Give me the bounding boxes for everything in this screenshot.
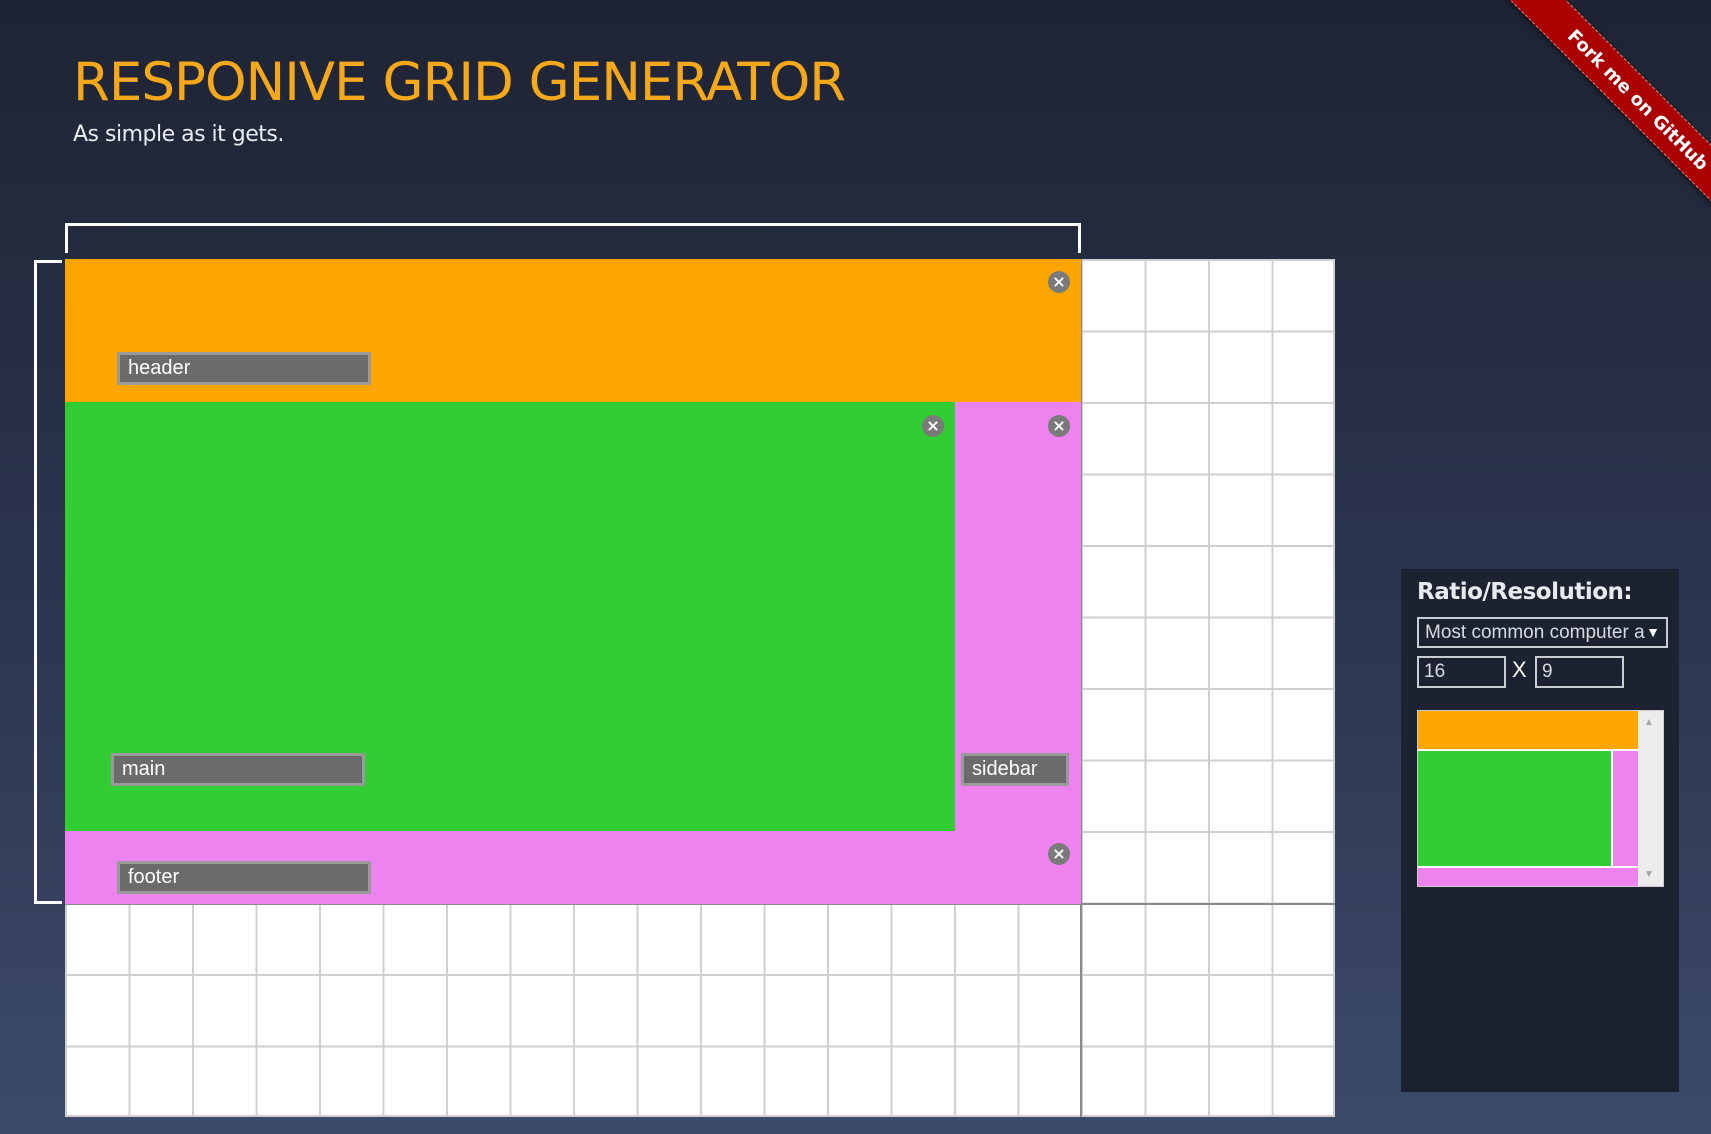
caret-down-icon: ▼ xyxy=(1646,624,1660,640)
preview-scrollbar[interactable]: ▲ ▼ xyxy=(1638,711,1663,886)
area-footer[interactable]: × footer xyxy=(65,831,1081,904)
ratio-separator: X xyxy=(1512,657,1527,682)
ratio-height-input[interactable]: 9 xyxy=(1535,656,1624,688)
scroll-up-icon[interactable]: ▲ xyxy=(1644,717,1654,728)
column-selection-bracket[interactable] xyxy=(65,223,1081,253)
scroll-down-icon[interactable]: ▼ xyxy=(1644,869,1654,880)
page-subtitle: As simple as it gets. xyxy=(73,122,284,147)
panel-heading: Ratio/Resolution: xyxy=(1417,579,1633,605)
close-circle-icon[interactable]: × xyxy=(1048,415,1070,437)
ratio-panel: Ratio/Resolution: Most common computer a… xyxy=(1401,569,1679,1092)
layout-preview[interactable]: ▲ ▼ xyxy=(1417,710,1664,887)
area-name-input-footer[interactable]: footer xyxy=(117,861,371,894)
area-sidebar[interactable]: × sidebar xyxy=(955,402,1081,831)
ratio-select[interactable]: Most common computer a ▼ xyxy=(1417,617,1668,648)
area-name-input-main[interactable]: main xyxy=(111,753,365,786)
row-selection-bracket[interactable] xyxy=(34,260,62,904)
area-name-input-header[interactable]: header xyxy=(117,352,371,385)
preview-main xyxy=(1418,751,1611,866)
github-ribbon-label: Fork me on GitHub xyxy=(1563,25,1711,175)
area-name-input-sidebar[interactable]: sidebar xyxy=(961,753,1069,786)
close-circle-icon[interactable]: × xyxy=(922,415,944,437)
page-title: RESPONIVE GRID GENERATOR xyxy=(73,52,846,113)
preview-sidebar xyxy=(1613,751,1638,866)
close-circle-icon[interactable]: × xyxy=(1048,843,1070,865)
close-circle-icon[interactable]: × xyxy=(1048,271,1070,293)
ratio-width-input[interactable]: 16 xyxy=(1417,656,1506,688)
github-fork-ribbon[interactable]: Fork me on GitHub xyxy=(1507,0,1711,231)
github-ribbon-container: Fork me on GitHub xyxy=(1501,0,1711,240)
preview-footer xyxy=(1418,868,1638,886)
area-main[interactable]: × main xyxy=(65,402,955,831)
area-header[interactable]: × header xyxy=(65,259,1081,402)
ratio-select-value: Most common computer a xyxy=(1425,622,1645,643)
preview-header xyxy=(1418,711,1638,749)
